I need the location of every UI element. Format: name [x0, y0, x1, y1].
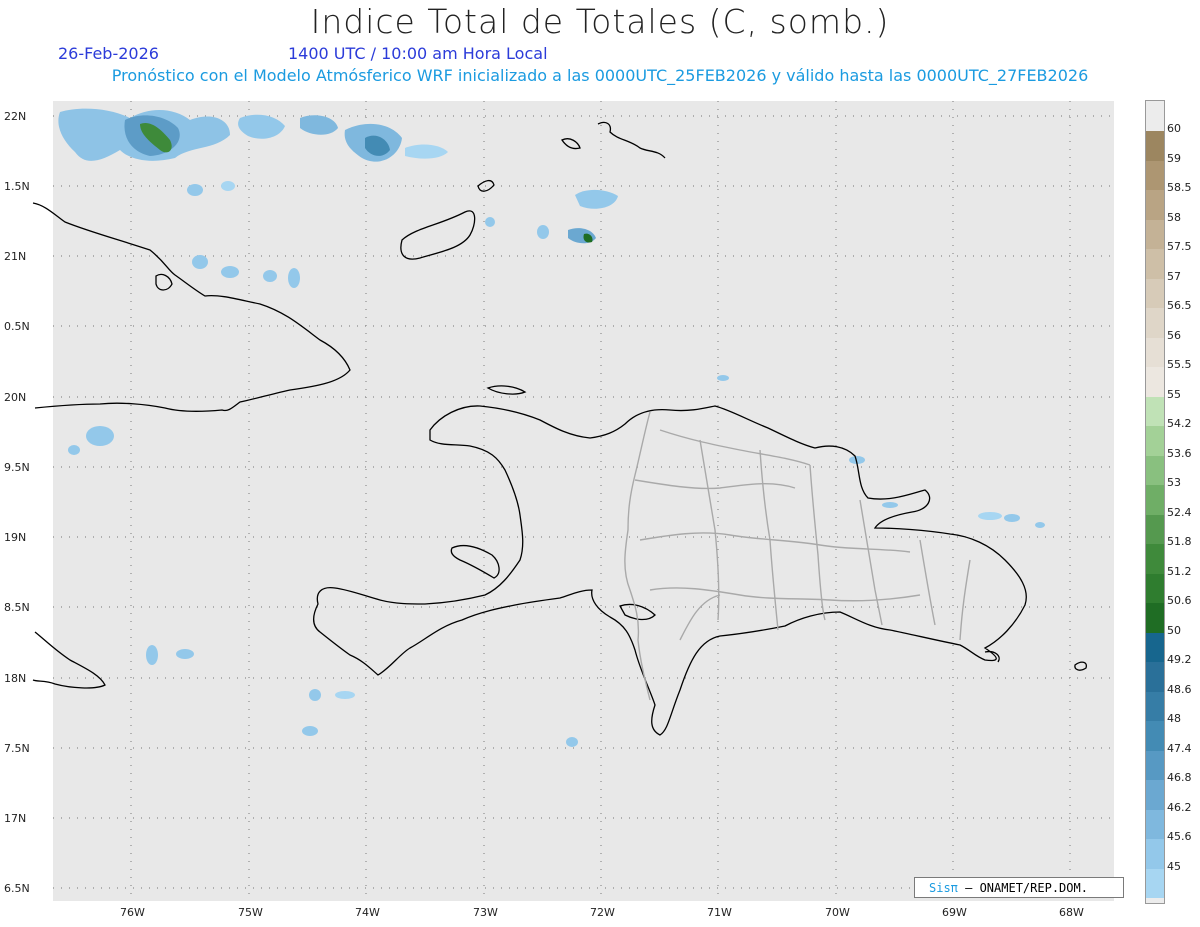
legend-swatch — [1146, 809, 1164, 839]
lat-label: 1.5N — [4, 180, 30, 193]
legend-label: 57 — [1167, 269, 1181, 283]
lat-label: 6.5N — [4, 882, 30, 895]
lat-label: 21N — [4, 250, 26, 263]
legend-swatch — [1146, 131, 1164, 161]
legend-swatch — [1146, 514, 1164, 544]
legend-label: 55 — [1167, 387, 1181, 401]
legend-label: 48 — [1167, 712, 1181, 725]
legend-label: 51.8 — [1167, 535, 1192, 548]
legend-swatch — [1146, 219, 1164, 249]
legend-label: 51.2 — [1167, 564, 1192, 578]
legend-swatch — [1146, 455, 1164, 485]
legend-label: 46.2 — [1167, 800, 1192, 814]
legend-swatch — [1146, 190, 1164, 220]
map-canvas: 22N 1.5N 21N 0.5N 20N 9.5N 19N 8.5N 18N … — [4, 101, 1114, 919]
legend-swatch — [1146, 839, 1164, 869]
legend-label: 52.4 — [1167, 505, 1192, 519]
legend-label: 48.6 — [1167, 682, 1192, 696]
legend-label: 47.4 — [1167, 741, 1192, 755]
legend-swatch — [1146, 868, 1164, 898]
lat-label: 8.5N — [4, 601, 30, 614]
legend-label: 56.5 — [1167, 299, 1192, 312]
legend-label: 45 — [1167, 859, 1181, 873]
lon-label: 69W — [942, 906, 967, 919]
lat-label: 19N — [4, 531, 26, 544]
legend-label: 53.6 — [1167, 446, 1192, 460]
legend-label: 57.5 — [1167, 240, 1192, 253]
legend-label: 49.2 — [1167, 653, 1192, 666]
legend-label: 58.5 — [1167, 181, 1192, 194]
legend-swatch — [1146, 662, 1164, 692]
legend-label: 50.6 — [1167, 594, 1192, 607]
legend-swatch — [1146, 426, 1164, 456]
legend-label: 45.6 — [1167, 830, 1192, 843]
legend-swatch — [1146, 308, 1164, 338]
lat-label: 9.5N — [4, 461, 30, 474]
lat-label: 20N — [4, 391, 26, 404]
lon-label: 70W — [825, 906, 850, 919]
lat-label: 17N — [4, 812, 26, 825]
legend-label: 59 — [1167, 151, 1181, 165]
lon-label: 71W — [707, 906, 732, 919]
legend-swatch — [1146, 721, 1164, 751]
legend-label: 56 — [1167, 328, 1181, 342]
lon-label: 72W — [590, 906, 615, 919]
legend-label: 50 — [1167, 623, 1181, 637]
legend-swatch — [1146, 278, 1164, 308]
legend-label: 58 — [1167, 210, 1181, 224]
legend-label: 53 — [1167, 476, 1181, 489]
lat-label: 0.5N — [4, 320, 30, 333]
lon-label: 74W — [355, 906, 380, 919]
map-frame — [53, 101, 1114, 901]
legend-swatch — [1146, 573, 1164, 603]
legend-swatch — [1146, 544, 1164, 574]
legend-label: 54.2 — [1167, 417, 1192, 430]
color-legend — [1145, 100, 1165, 904]
lon-label: 75W — [238, 906, 263, 919]
legend-swatch — [1146, 367, 1164, 397]
lat-label: 18N — [4, 672, 26, 685]
legend-swatch — [1146, 160, 1164, 190]
legend-label: 55.5 — [1167, 358, 1192, 371]
legend-swatch — [1146, 396, 1164, 426]
credit-box: Sisπ – ONAMET/REP.DOM. — [914, 877, 1124, 898]
lon-label: 76W — [120, 906, 145, 919]
lat-label: 7.5N — [4, 742, 30, 755]
legend-swatch — [1146, 780, 1164, 810]
legend-swatch — [1146, 249, 1164, 279]
legend-label: 46.8 — [1167, 771, 1192, 784]
legend-label: 60 — [1167, 122, 1181, 135]
lon-label: 73W — [473, 906, 498, 919]
legend-swatch — [1146, 632, 1164, 662]
legend-swatch — [1146, 485, 1164, 515]
legend-swatch — [1146, 603, 1164, 633]
lon-label: 68W — [1059, 906, 1084, 919]
lat-label: 22N — [4, 110, 26, 123]
legend-swatch — [1146, 750, 1164, 780]
legend-swatch — [1146, 337, 1164, 367]
credit-text: – ONAMET/REP.DOM. — [957, 881, 1088, 895]
legend-swatch — [1146, 691, 1164, 721]
brand-logo-text: Sisπ — [929, 881, 958, 895]
